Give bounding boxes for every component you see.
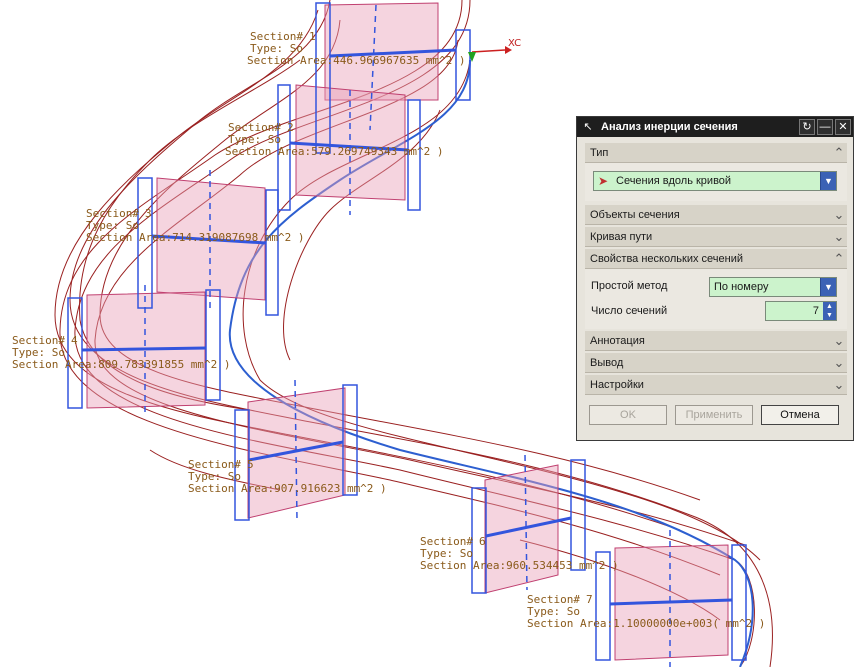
minimize-icon[interactable]: — <box>817 119 833 135</box>
chevron-down-icon[interactable]: ▼ <box>820 278 836 296</box>
ok-button[interactable]: OK <box>589 405 667 425</box>
section-header-output-label: Вывод <box>590 356 624 369</box>
chevron-down-icon[interactable]: ▼ <box>820 172 836 190</box>
section-1-area: Section Area:446.966967635 mm^2 ) <box>247 54 466 67</box>
section-header-multi[interactable]: Свойства нескольких сечений ⌃ <box>585 249 847 269</box>
section-2-area: Section Area:579.269749343 mm^2 ) <box>225 145 444 158</box>
dialog-titlebar[interactable]: ↖ Анализ инерции сечения ↻ — ✕ <box>577 117 853 137</box>
section-4-area: Section Area:809.783391855 mm^2 ) <box>12 358 231 371</box>
type-select-value: Сечения вдоль кривой <box>616 175 732 187</box>
section-header-annotation-label: Аннотация <box>590 334 645 347</box>
section-header-settings-label: Настройки <box>590 378 644 391</box>
chevron-down-icon[interactable]: ⌄ <box>831 207 847 223</box>
section-header-type-label: Тип <box>590 146 609 159</box>
multi-panel: Простой метод По номеру ▼ Число сечений … <box>585 269 847 329</box>
type-panel: ➤ Сечения вдоль кривой ▼ <box>585 163 847 201</box>
section-header-objects-label: Объекты сечения <box>590 208 680 221</box>
section-header-objects[interactable]: Объекты сечения ⌄ <box>585 205 847 225</box>
simple-method-label: Простой метод <box>591 280 668 292</box>
section-3-area: Section Area:714.319087698 mm^2 ) <box>86 231 305 244</box>
axis-xc-label: XC <box>508 38 521 49</box>
chevron-up-icon[interactable]: ⌃ <box>831 145 847 161</box>
section-5-area: Section Area:907.916623 mm^2 ) <box>188 482 387 495</box>
chevron-down-icon[interactable]: ⌄ <box>831 355 847 371</box>
section-header-annotation[interactable]: Аннотация ⌄ <box>585 331 847 351</box>
section-6-area: Section Area:960.534453 mm^2 ) <box>420 559 619 572</box>
chevron-up-icon[interactable]: ⌃ <box>831 251 847 267</box>
section-header-type[interactable]: Тип ⌃ <box>585 143 847 163</box>
section-7-area: Section Area:1.10000000e+003( mm^2 ) <box>527 617 765 630</box>
section-count-value: 7 <box>812 305 819 317</box>
type-select[interactable]: ➤ Сечения вдоль кривой ▼ <box>593 171 837 191</box>
reset-icon[interactable]: ↻ <box>799 119 815 135</box>
chevron-down-icon[interactable]: ⌄ <box>831 229 847 245</box>
section-header-settings[interactable]: Настройки ⌄ <box>585 375 847 395</box>
section-header-output[interactable]: Вывод ⌄ <box>585 353 847 373</box>
section-header-path-label: Кривая пути <box>590 230 653 243</box>
chevron-down-icon[interactable]: ⌄ <box>831 377 847 393</box>
section-header-multi-label: Свойства нескольких сечений <box>590 252 743 265</box>
simple-method-value: По номеру <box>714 281 769 293</box>
cancel-button[interactable]: Отмена <box>761 405 839 425</box>
dialog-title: Анализ инерции сечения <box>601 121 738 133</box>
close-icon[interactable]: ✕ <box>835 119 851 135</box>
apply-button[interactable]: Применить <box>675 405 753 425</box>
section-inertia-dialog: ↖ Анализ инерции сечения ↻ — ✕ Тип ⌃ ➤ С… <box>576 116 854 441</box>
curve-section-icon: ➤ <box>597 174 609 188</box>
section-header-path[interactable]: Кривая пути ⌄ <box>585 227 847 247</box>
spinner-arrows-icon[interactable]: ▲ ▼ <box>823 302 836 320</box>
section-count-spinner[interactable]: 7 ▲ ▼ <box>765 301 837 321</box>
section-count-label: Число сечений <box>591 305 668 317</box>
simple-method-select[interactable]: По номеру ▼ <box>709 277 837 297</box>
cursor-icon: ↖ <box>583 121 593 133</box>
chevron-down-icon[interactable]: ⌄ <box>831 333 847 349</box>
